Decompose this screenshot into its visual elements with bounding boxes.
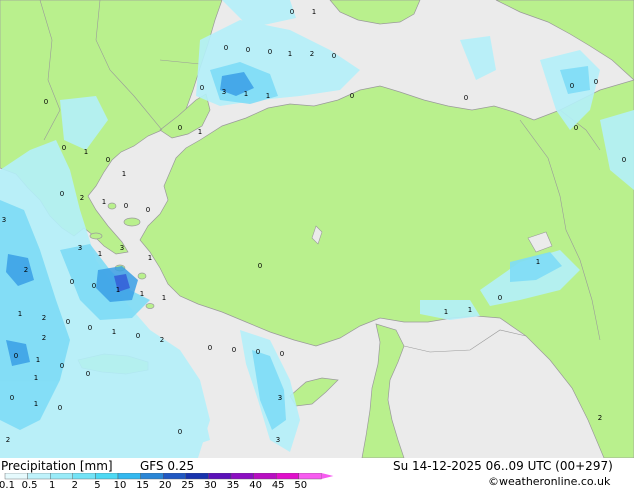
value-label: 0 <box>268 48 272 56</box>
value-label: 1 <box>198 128 202 136</box>
legend-tick-label: 0.1 <box>0 480 15 491</box>
value-label: 0 <box>178 124 182 132</box>
value-label: 1 <box>116 286 120 294</box>
legend-tick-label: 1 <box>49 480 56 491</box>
precipitation-map: 0 1 0 0 0 1 2 0 0 0 3 1 1 0 0 0 0 0 0 0 … <box>0 0 634 459</box>
value-label: 0 <box>44 98 48 106</box>
value-label: 0 <box>464 94 468 102</box>
value-label: 1 <box>288 50 292 58</box>
value-label: 0 <box>10 394 14 402</box>
value-label: 2 <box>6 436 10 444</box>
legend-tick-label: 10 <box>113 480 127 491</box>
value-label: 0 <box>62 144 66 152</box>
legend-tick-label: 45 <box>271 480 285 491</box>
value-label: 1 <box>468 306 472 314</box>
value-label: 0 <box>14 352 18 360</box>
legend-tick-label: 35 <box>226 480 240 491</box>
value-label: 0 <box>124 202 128 210</box>
value-label: 0 <box>224 44 228 52</box>
value-label: 3 <box>222 88 226 96</box>
value-label: 0 <box>60 190 64 198</box>
value-label: 0 <box>622 156 626 164</box>
value-label: 0 <box>58 404 62 412</box>
value-label: 0 <box>60 362 64 370</box>
value-label: 2 <box>42 314 46 322</box>
value-label: 1 <box>536 258 540 266</box>
value-label: 0 <box>350 92 354 100</box>
legend-tick-label: 50 <box>294 480 308 491</box>
value-label: 0 <box>92 282 96 290</box>
legend-tick-label: 25 <box>181 480 195 491</box>
value-label: 2 <box>80 194 84 202</box>
value-label: 1 <box>266 92 270 100</box>
value-label: 0 <box>280 350 284 358</box>
value-label: 1 <box>102 198 106 206</box>
value-label: 1 <box>36 356 40 364</box>
value-label: 1 <box>18 310 22 318</box>
legend-tick-label: 0.5 <box>21 480 38 491</box>
value-label: 0 <box>290 8 294 16</box>
footer-credit: ©weatheronline.co.uk <box>488 475 611 488</box>
value-label: 0 <box>200 84 204 92</box>
value-label: 2 <box>310 50 314 58</box>
value-label: 0 <box>70 278 74 286</box>
value-label: 0 <box>86 370 90 378</box>
value-label: 0 <box>146 206 150 214</box>
value-label: 2 <box>24 266 28 274</box>
legend-tick-label: 40 <box>249 480 262 491</box>
value-label: 0 <box>246 46 250 54</box>
value-label: 1 <box>84 148 88 156</box>
value-label: 0 <box>232 346 236 354</box>
value-label: 1 <box>122 170 126 178</box>
value-label: 2 <box>160 336 164 344</box>
value-label: 0 <box>258 262 262 270</box>
value-label: 0 <box>498 294 502 302</box>
legend-tick-label: 30 <box>204 480 217 491</box>
value-label: 0 <box>594 78 598 86</box>
value-label: 3 <box>120 244 124 252</box>
value-label: 1 <box>162 294 166 302</box>
value-label: 2 <box>598 414 602 422</box>
value-label: 3 <box>78 244 82 252</box>
value-label: 0 <box>88 324 92 332</box>
legend-ticks: 0.1 0.5 1 2 5 10 15 20 25 30 35 40 45 50 <box>0 458 340 491</box>
legend-tick-label: 5 <box>94 480 101 491</box>
footer-valid-time: Su 14-12-2025 06..09 UTC (00+297) <box>393 459 613 473</box>
value-label: 1 <box>312 8 316 16</box>
value-label: 0 <box>332 52 336 60</box>
value-label: 0 <box>178 428 182 436</box>
value-label: 0 <box>106 156 110 164</box>
legend-tick-label: 2 <box>71 480 78 491</box>
value-label: 0 <box>208 344 212 352</box>
value-label: 3 <box>276 436 280 444</box>
value-label: 1 <box>244 90 248 98</box>
value-label: 1 <box>112 328 116 336</box>
value-label: 0 <box>574 124 578 132</box>
value-label: 0 <box>136 332 140 340</box>
value-label: 0 <box>570 82 574 90</box>
value-label: 1 <box>148 254 152 262</box>
legend-tick-label: 20 <box>158 480 172 491</box>
value-label: 1 <box>98 250 102 258</box>
value-label: 1 <box>444 308 448 316</box>
value-label: 1 <box>34 400 38 408</box>
value-label: 1 <box>140 290 144 298</box>
value-label: 0 <box>66 318 70 326</box>
value-label: 3 <box>2 216 6 224</box>
legend-tick-label: 15 <box>136 480 149 491</box>
value-label: 0 <box>256 348 260 356</box>
map-footer: Precipitation [mm] GFS 0.25 Su 14-12-202… <box>0 458 634 491</box>
value-label: 3 <box>278 394 282 402</box>
value-label: 1 <box>34 374 38 382</box>
value-label: 2 <box>42 334 46 342</box>
